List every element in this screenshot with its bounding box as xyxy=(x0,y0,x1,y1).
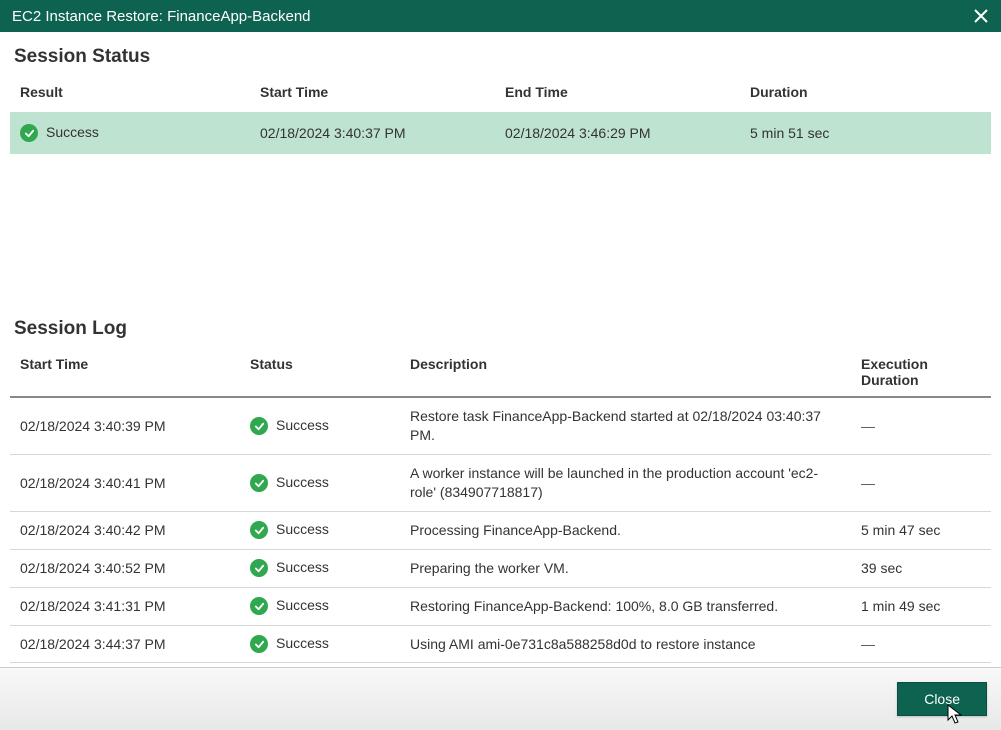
session-log-wrapper: Start Time Status Description Execution … xyxy=(10,348,991,667)
session-status-table: Result Start Time End Time Duration Succ… xyxy=(10,76,991,154)
cell-status: Success xyxy=(240,511,400,549)
cell-start: 02/18/2024 3:40:39 PM xyxy=(10,398,240,454)
cell-description: Preparing the worker VM. xyxy=(400,549,851,587)
success-icon xyxy=(250,417,268,435)
success-icon xyxy=(250,474,268,492)
table-header-row: Start Time Status Description Execution … xyxy=(10,348,991,397)
status-text: Success xyxy=(276,474,329,490)
cell-status: Success xyxy=(240,587,400,625)
cell-duration: — xyxy=(851,455,991,512)
close-button[interactable]: Close xyxy=(897,682,987,716)
cell-start: 02/18/2024 3:40:52 PM xyxy=(10,549,240,587)
cell-start: 02/18/2024 3:40:42 PM xyxy=(10,511,240,549)
cell-description: Using AMI ami-0e731c8a588258d0d to resto… xyxy=(400,625,851,663)
status-text: Success xyxy=(276,521,329,537)
table-header-row: Result Start Time End Time Duration xyxy=(10,76,991,112)
session-log-heading: Session Log xyxy=(0,304,1001,348)
success-icon xyxy=(250,597,268,615)
log-row[interactable]: 02/18/2024 3:44:37 PM Success Using AMI am… xyxy=(10,625,991,663)
cell-duration: 39 sec xyxy=(851,549,991,587)
spacer xyxy=(0,154,1001,304)
status-text: Success xyxy=(276,635,329,651)
window-title: EC2 Instance Restore: FinanceApp-Backend xyxy=(12,8,311,25)
col-result: Result xyxy=(10,76,250,112)
cell-status: Success xyxy=(240,549,400,587)
status-text: Success xyxy=(276,597,329,613)
log-row[interactable]: 02/18/2024 3:40:41 PM Success A worker ins… xyxy=(10,455,991,512)
cell-description: Session finished at 02/18/2024 03:46:29 … xyxy=(400,663,851,667)
cell-start: 02/18/2024 3:41:31 PM xyxy=(10,587,240,625)
cell-duration: 5 min 51 sec xyxy=(740,112,991,154)
result-text: Success xyxy=(46,124,99,140)
cell-duration: 5 min 47 sec xyxy=(851,511,991,549)
cell-start: 02/18/2024 3:46:29 PM xyxy=(10,663,240,667)
cell-duration: — xyxy=(851,625,991,663)
cell-status: Success xyxy=(240,398,400,454)
session-log-header-table: Start Time Status Description Execution … xyxy=(10,348,991,398)
cell-status: Success xyxy=(240,625,400,663)
cell-duration: — xyxy=(851,663,991,667)
cell-description: Restoring FinanceApp-Backend: 100%, 8.0 … xyxy=(400,587,851,625)
cell-start: 02/18/2024 3:40:41 PM xyxy=(10,455,240,512)
cell-description: Processing FinanceApp-Backend. xyxy=(400,511,851,549)
success-icon xyxy=(250,521,268,539)
cell-status: Success xyxy=(240,663,400,667)
col-execution-duration: Execution Duration xyxy=(851,348,991,397)
session-log-scroll[interactable]: 02/18/2024 3:40:39 PM Success Restore task… xyxy=(10,398,991,667)
col-end-time: End Time xyxy=(495,76,740,112)
log-row[interactable]: 02/18/2024 3:46:29 PMSuccessSession fini… xyxy=(10,663,991,667)
status-row[interactable]: Success 02/18/2024 3:40:37 PM 02/18/2024… xyxy=(10,112,991,154)
col-duration: Duration xyxy=(740,76,991,112)
titlebar: EC2 Instance Restore: FinanceApp-Backend xyxy=(0,0,1001,32)
cell-start: 02/18/2024 3:40:37 PM xyxy=(250,112,495,154)
session-status-heading: Session Status xyxy=(0,32,1001,76)
cell-start: 02/18/2024 3:44:37 PM xyxy=(10,625,240,663)
status-text: Success xyxy=(276,559,329,575)
cell-end: 02/18/2024 3:46:29 PM xyxy=(495,112,740,154)
cell-description: A worker instance will be launched in th… xyxy=(400,455,851,512)
success-icon xyxy=(20,124,38,142)
success-icon xyxy=(250,559,268,577)
close-icon[interactable] xyxy=(969,4,993,28)
dialog-footer: Close xyxy=(0,667,1001,730)
cell-result: Success xyxy=(10,112,250,154)
cell-duration: — xyxy=(851,398,991,454)
log-row[interactable]: 02/18/2024 3:40:42 PM Success Processing F… xyxy=(10,511,991,549)
log-row[interactable]: 02/18/2024 3:41:31 PM Success Restoring Fi… xyxy=(10,587,991,625)
cell-duration: 1 min 49 sec xyxy=(851,587,991,625)
cell-status: Success xyxy=(240,455,400,512)
col-start-time: Start Time xyxy=(10,348,240,397)
log-row[interactable]: 02/18/2024 3:40:52 PM Success Preparing th… xyxy=(10,549,991,587)
cell-description: Restore task FinanceApp-Backend started … xyxy=(400,398,851,454)
col-start-time: Start Time xyxy=(250,76,495,112)
col-status: Status xyxy=(240,348,400,397)
session-log-table: 02/18/2024 3:40:39 PM Success Restore task… xyxy=(10,398,991,667)
success-icon xyxy=(250,635,268,653)
col-description: Description xyxy=(400,348,851,397)
dialog-content: Session Status Result Start Time End Tim… xyxy=(0,32,1001,667)
log-row[interactable]: 02/18/2024 3:40:39 PM Success Restore task… xyxy=(10,398,991,454)
status-text: Success xyxy=(276,417,329,433)
